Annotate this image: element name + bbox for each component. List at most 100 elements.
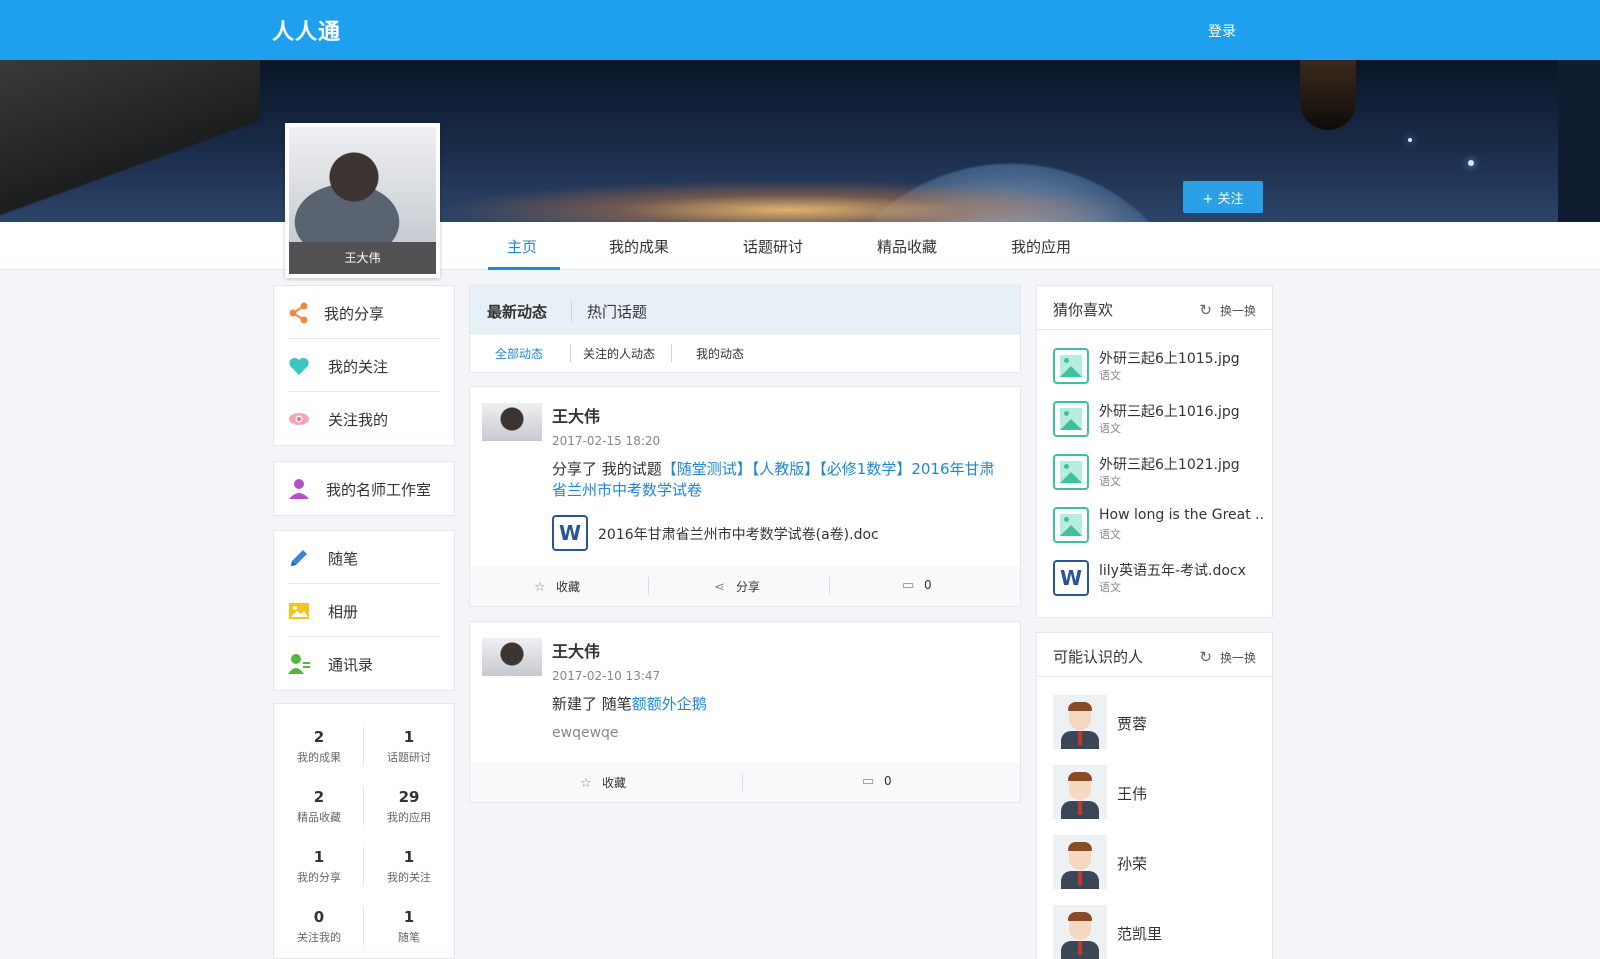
banner-star bbox=[1468, 160, 1474, 166]
avatar[interactable] bbox=[482, 403, 542, 441]
collect-button[interactable]: ☆ 收藏 bbox=[580, 774, 626, 791]
top-bar: 人人通 登录 bbox=[0, 0, 1600, 60]
stat-followers[interactable]: 0 关注我的 bbox=[274, 908, 364, 945]
list-item[interactable]: 外研三起6上1016.jpg 语文 bbox=[1053, 401, 1263, 441]
avatar-image bbox=[289, 127, 436, 242]
list-item[interactable]: 外研三起6上1021.jpg 语文 bbox=[1053, 454, 1263, 494]
stat-essays[interactable]: 1 随笔 bbox=[364, 908, 454, 945]
sidebar-item-teacher-studio[interactable]: 我的名师工作室 bbox=[288, 462, 440, 515]
sidebar-item-essays[interactable]: 随笔 bbox=[288, 531, 440, 584]
subtab-divider bbox=[570, 344, 571, 362]
word-icon: W bbox=[1053, 560, 1089, 596]
avatar bbox=[1053, 765, 1107, 819]
stat-favorites[interactable]: 2 精品收藏 bbox=[274, 788, 364, 825]
post-actions: ☆ 收藏 ▭ 0 bbox=[470, 762, 1020, 802]
stat-achievements[interactable]: 2 我的成果 bbox=[274, 728, 364, 765]
banner-mountain bbox=[0, 60, 260, 222]
tab-favorites[interactable]: 精品收藏 bbox=[877, 236, 937, 257]
share-button[interactable]: ⋖ 分享 bbox=[714, 578, 760, 595]
comment-button[interactable]: ▭ 0 bbox=[902, 578, 932, 593]
refresh-label: 换一换 bbox=[1219, 304, 1256, 318]
sidebar-item-my-shares[interactable]: 我的分享 bbox=[288, 286, 440, 339]
sidebar-item-followers[interactable]: 关注我的 bbox=[288, 392, 440, 445]
stat-label: 我的分享 bbox=[297, 871, 341, 884]
item-subject: 语文 bbox=[1099, 581, 1121, 594]
stats-panel: 2 我的成果 1 话题研讨 2 精品收藏 29 我的应用 1 我的分享 1 我的关注 0 关注… bbox=[273, 703, 455, 959]
post-author[interactable]: 王大伟 bbox=[552, 638, 600, 662]
post-author[interactable]: 王大伟 bbox=[552, 403, 600, 427]
feed-header: 最新动态 热门话题 全部动态 关注的人动态 我的动态 bbox=[469, 285, 1021, 373]
collect-button[interactable]: ☆ 收藏 bbox=[534, 578, 580, 595]
avatar[interactable] bbox=[482, 638, 542, 676]
comment-button[interactable]: ▭ 0 bbox=[862, 774, 892, 789]
sidebar-item-my-following[interactable]: 我的关注 bbox=[288, 339, 440, 392]
follow-button[interactable]: + 关注 bbox=[1183, 181, 1263, 213]
sidebar-item-label: 通讯录 bbox=[328, 656, 374, 674]
login-link[interactable]: 登录 bbox=[1208, 21, 1236, 41]
tab-hot-topics[interactable]: 热门话题 bbox=[587, 301, 647, 322]
item-name: How long is the Great ... bbox=[1099, 507, 1263, 523]
subtab-mine[interactable]: 我的动态 bbox=[696, 345, 744, 362]
stat-apps[interactable]: 29 我的应用 bbox=[364, 788, 454, 825]
banner-star bbox=[1408, 138, 1412, 142]
subtab-following[interactable]: 关注的人动态 bbox=[583, 345, 655, 362]
post-link[interactable]: 额额外企鹅 bbox=[632, 695, 707, 713]
tab-home[interactable]: 主页 bbox=[507, 236, 537, 257]
eye-icon bbox=[289, 413, 309, 425]
stat-label: 精品收藏 bbox=[297, 811, 341, 824]
tab-topics[interactable]: 话题研讨 bbox=[743, 236, 803, 257]
teacher-icon bbox=[289, 479, 309, 499]
post-prefix: 新建了 随笔 bbox=[552, 695, 632, 713]
person-item[interactable]: 范凯里 bbox=[1053, 905, 1263, 959]
subtab-divider bbox=[671, 344, 672, 362]
person-item[interactable]: 贾蓉 bbox=[1053, 695, 1263, 749]
list-item[interactable]: W lily英语五年-考试.docx 语文 bbox=[1053, 560, 1263, 600]
stat-divider bbox=[363, 906, 364, 946]
tab-apps[interactable]: 我的应用 bbox=[1011, 236, 1071, 257]
subtab-all[interactable]: 全部动态 bbox=[495, 345, 543, 362]
refresh-button[interactable]: ↻ 换一换 bbox=[1199, 648, 1256, 666]
profile-avatar[interactable]: 王大伟 bbox=[285, 123, 440, 278]
avatar bbox=[1053, 905, 1107, 959]
sidebar-item-contacts[interactable]: 通讯录 bbox=[288, 637, 440, 690]
post-text: 分享了 我的试题【随堂测试】【人教版】【必修1数学】2016年甘肃省兰州市中考数… bbox=[552, 459, 1000, 501]
tab-divider bbox=[571, 300, 572, 322]
people-header: 可能认识的人 ↻ 换一换 bbox=[1037, 633, 1272, 677]
sidebar-item-album[interactable]: 相册 bbox=[288, 584, 440, 637]
share-icon: ⋖ bbox=[714, 580, 725, 595]
feed-tabs: 最新动态 热门话题 bbox=[470, 286, 1020, 334]
sidebar-item-label: 随笔 bbox=[328, 550, 359, 568]
tab-latest[interactable]: 最新动态 bbox=[487, 301, 547, 322]
tab-achievements[interactable]: 我的成果 bbox=[609, 236, 669, 257]
pencil-icon bbox=[291, 550, 307, 566]
attachment-name: 2016年甘肃省兰州市中考数学试卷(a卷).doc bbox=[598, 527, 879, 543]
person-name: 范凯里 bbox=[1117, 925, 1163, 943]
list-item[interactable]: 外研三起6上1015.jpg 语文 bbox=[1053, 348, 1263, 388]
item-name: 外研三起6上1016.jpg bbox=[1099, 404, 1240, 420]
item-name: 外研三起6上1021.jpg bbox=[1099, 457, 1240, 473]
person-item[interactable]: 王伟 bbox=[1053, 765, 1263, 819]
item-name: 外研三起6上1015.jpg bbox=[1099, 351, 1240, 367]
refresh-button[interactable]: ↻ 换一换 bbox=[1199, 301, 1256, 319]
stat-topics[interactable]: 1 话题研讨 bbox=[364, 728, 454, 765]
stat-shares[interactable]: 1 我的分享 bbox=[274, 848, 364, 885]
action-divider bbox=[742, 773, 743, 791]
list-item[interactable]: How long is the Great ... 语文 bbox=[1053, 507, 1263, 547]
profile-nav: 主页 我的成果 话题研讨 精品收藏 我的应用 bbox=[0, 222, 1600, 270]
person-item[interactable]: 孙荣 bbox=[1053, 835, 1263, 889]
refresh-icon: ↻ bbox=[1199, 648, 1212, 666]
guess-title: 猜你喜欢 bbox=[1053, 301, 1114, 319]
avatar bbox=[1053, 695, 1107, 749]
stat-value: 1 bbox=[403, 848, 415, 866]
site-logo[interactable]: 人人通 bbox=[272, 14, 341, 46]
star-icon: ☆ bbox=[534, 580, 546, 595]
person-name: 王伟 bbox=[1117, 785, 1148, 803]
action-divider bbox=[829, 577, 830, 595]
stat-following[interactable]: 1 我的关注 bbox=[364, 848, 454, 885]
stat-label: 我的应用 bbox=[387, 811, 431, 824]
banner-edge bbox=[1558, 60, 1600, 222]
action-divider bbox=[648, 577, 649, 595]
stat-value: 0 bbox=[313, 908, 325, 926]
stat-value: 1 bbox=[403, 728, 415, 746]
stat-value: 2 bbox=[313, 728, 325, 746]
